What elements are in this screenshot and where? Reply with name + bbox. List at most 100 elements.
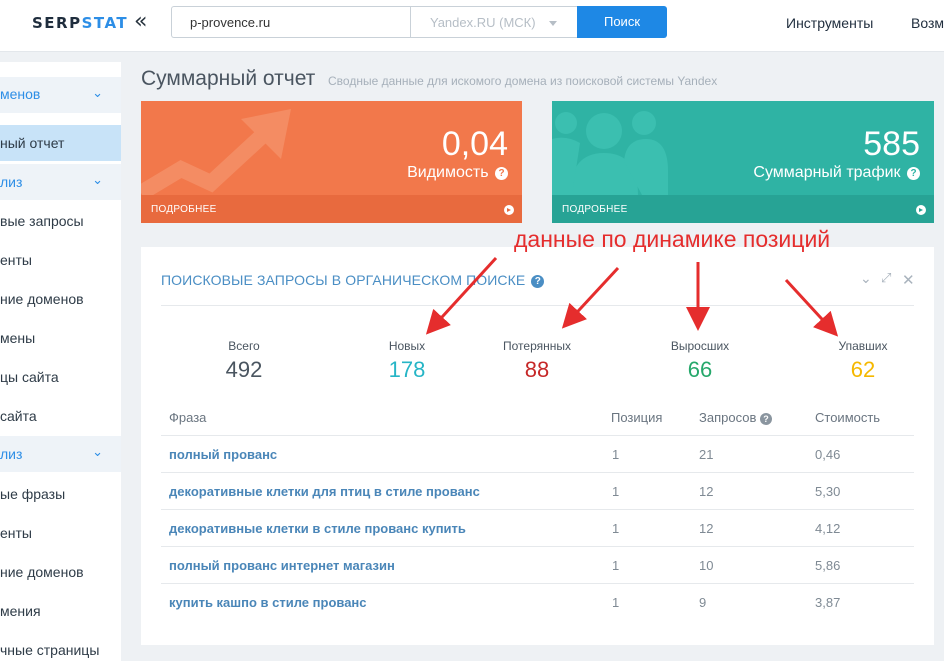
- column-header-position[interactable]: Позиция: [611, 410, 662, 425]
- stat-value: 62: [850, 357, 876, 382]
- visibility-details-link[interactable]: ПОДРОБНЕЕ: [141, 195, 522, 223]
- arrow-right-circle-icon: [916, 205, 926, 215]
- sidebar-item-ppc-domain-comparison[interactable]: ние доменов: [0, 564, 121, 580]
- serpstat-logo[interactable]: SERPSTAT: [32, 14, 128, 32]
- visibility-card[interactable]: 0,04 Видимость ? ПОДРОБНЕЕ: [141, 101, 522, 223]
- sidebar-section-ppc-analysis[interactable]: лиз ⌄: [0, 436, 121, 472]
- page-subtitle: Сводные данные для искомого домена из по…: [328, 74, 718, 88]
- organic-search-panel: ПОИСКОВЫЕ ЗАПРОСЫ В ОРГАНИЧЕСКОМ ПОИСКЕ …: [141, 247, 934, 645]
- stat-label: Упавших: [838, 339, 888, 353]
- sidebar-section-seo-analysis[interactable]: лиз ⌄: [0, 164, 121, 200]
- requests-cell: 10: [699, 558, 714, 573]
- stat-declined[interactable]: Упавших 62: [813, 339, 913, 383]
- visibility-label-text: Видимость: [407, 164, 489, 181]
- search-engine-select[interactable]: Yandex.RU (МСК): [410, 6, 578, 38]
- cost-cell: 5,30: [815, 484, 841, 499]
- help-icon[interactable]: ?: [531, 275, 545, 288]
- stat-label: Всего: [228, 339, 260, 353]
- logo-part-serp: SERP: [32, 14, 82, 32]
- sidebar-item-landing-pages[interactable]: чные страницы: [0, 642, 121, 658]
- expand-icon[interactable]: ⤢: [881, 271, 891, 286]
- traffic-label: Суммарный трафик ?: [753, 164, 920, 182]
- position-cell: 1: [612, 484, 620, 499]
- stat-improved[interactable]: Выросших 66: [650, 339, 750, 383]
- stat-label: Выросших: [670, 339, 730, 353]
- visibility-label: Видимость ?: [407, 164, 508, 182]
- stat-new[interactable]: Новых 178: [357, 339, 457, 383]
- table-row: купить кашпо в стиле прованс 1 9 3,87: [161, 583, 914, 620]
- stat-total: Всего 492: [194, 339, 294, 383]
- help-icon[interactable]: ?: [495, 167, 508, 180]
- top-bar: SERPSTAT « Yandex.RU (МСК) Поиск Инструм…: [0, 0, 944, 52]
- panel-title: ПОИСКОВЫЕ ЗАПРОСЫ В ОРГАНИЧЕСКОМ ПОИСКЕ …: [161, 272, 545, 288]
- collapse-icon[interactable]: ⌄: [860, 271, 872, 287]
- stat-label: Новых: [388, 339, 426, 353]
- details-label: ПОДРОБНЕЕ: [562, 204, 628, 215]
- sidebar-item-competitors[interactable]: енты: [0, 252, 121, 268]
- sidebar-item-site-tree[interactable]: сайта: [0, 408, 121, 424]
- dropdown-caret-icon: [549, 21, 557, 26]
- requests-cell: 21: [699, 447, 714, 462]
- sidebar-section-label: лиз: [0, 174, 23, 190]
- cost-cell: 5,86: [815, 558, 841, 573]
- panel-divider: [161, 305, 914, 306]
- annotation-label: данные по динамике позиций: [514, 226, 831, 252]
- position-cell: 1: [612, 521, 620, 536]
- sidebar-item-subdomains[interactable]: мены: [0, 330, 121, 346]
- help-icon[interactable]: ?: [907, 167, 920, 180]
- sidebar-item-summary-report[interactable]: ный отчет: [0, 125, 121, 161]
- column-header-requests[interactable]: Запросов ?: [699, 410, 772, 425]
- requests-cell: 12: [699, 484, 714, 499]
- phrase-link[interactable]: полный прованс интернет магазин: [169, 558, 395, 573]
- phrase-link[interactable]: декоративные клетки в стиле прованс купи…: [169, 521, 466, 536]
- chevron-down-icon: ⌄: [92, 445, 103, 460]
- sidebar-section-domains[interactable]: менов ⌄: [0, 77, 121, 113]
- sidebar-section-label: менов: [0, 86, 41, 102]
- close-icon[interactable]: ✕: [902, 271, 915, 289]
- position-cell: 1: [612, 447, 620, 462]
- sidebar-item-ads[interactable]: мения: [0, 603, 121, 619]
- chevron-down-icon: ⌄: [92, 86, 103, 101]
- table-row: полный прованс 1 21 0,46: [161, 435, 914, 472]
- sidebar-item-site-pages[interactable]: цы сайта: [0, 369, 121, 385]
- sidebar: менов ⌄ ный отчет лиз ⌄ вые запросы енты…: [0, 62, 121, 661]
- stat-value: 88: [524, 357, 550, 382]
- nav-opportunities[interactable]: Возм: [911, 15, 944, 31]
- domain-input[interactable]: [171, 6, 410, 38]
- phrase-link[interactable]: купить кашпо в стиле прованс: [169, 595, 367, 610]
- trend-up-icon: [141, 109, 291, 195]
- logo-part-stat: STAT: [81, 14, 129, 32]
- sidebar-item-key-phrases[interactable]: ые фразы: [0, 486, 121, 502]
- table-row: полный прованс интернет магазин 1 10 5,8…: [161, 546, 914, 583]
- stat-value: 492: [225, 357, 263, 382]
- column-header-phrase[interactable]: Фраза: [169, 410, 206, 425]
- sidebar-item-domain-comparison[interactable]: ние доменов: [0, 291, 121, 307]
- collapse-sidebar-icon[interactable]: «: [134, 9, 147, 34]
- phrase-link[interactable]: полный прованс: [169, 447, 277, 462]
- search-button[interactable]: Поиск: [577, 6, 667, 38]
- cost-cell: 0,46: [815, 447, 841, 462]
- help-icon[interactable]: ?: [760, 413, 772, 425]
- column-header-requests-label: Запросов: [699, 410, 757, 425]
- users-group-icon: [552, 111, 668, 195]
- page-title: Суммарный отчет: [141, 67, 316, 90]
- sidebar-item-search-queries[interactable]: вые запросы: [0, 213, 121, 229]
- traffic-details-link[interactable]: ПОДРОБНЕЕ: [552, 195, 934, 223]
- requests-cell: 9: [699, 595, 707, 610]
- traffic-card[interactable]: 585 Суммарный трафик ? ПОДРОБНЕЕ: [552, 101, 934, 223]
- stat-lost[interactable]: Потерянных 88: [487, 339, 587, 383]
- sidebar-item-ppc-competitors[interactable]: енты: [0, 525, 121, 541]
- position-cell: 1: [612, 595, 620, 610]
- panel-title-text: ПОИСКОВЫЕ ЗАПРОСЫ В ОРГАНИЧЕСКОМ ПОИСКЕ: [161, 272, 526, 288]
- nav-tools[interactable]: Инструменты: [786, 15, 873, 31]
- arrow-right-circle-icon: [504, 205, 514, 215]
- table-row: декоративные клетки в стиле прованс купи…: [161, 509, 914, 546]
- position-cell: 1: [612, 558, 620, 573]
- cost-cell: 4,12: [815, 521, 841, 536]
- search-engine-value: Yandex.RU (МСК): [430, 15, 536, 30]
- cost-cell: 3,87: [815, 595, 841, 610]
- visibility-value: 0,04: [441, 125, 508, 163]
- phrase-link[interactable]: декоративные клетки для птиц в стиле про…: [169, 484, 480, 499]
- column-header-cost[interactable]: Стоимость: [815, 410, 880, 425]
- chevron-down-icon: ⌄: [92, 173, 103, 188]
